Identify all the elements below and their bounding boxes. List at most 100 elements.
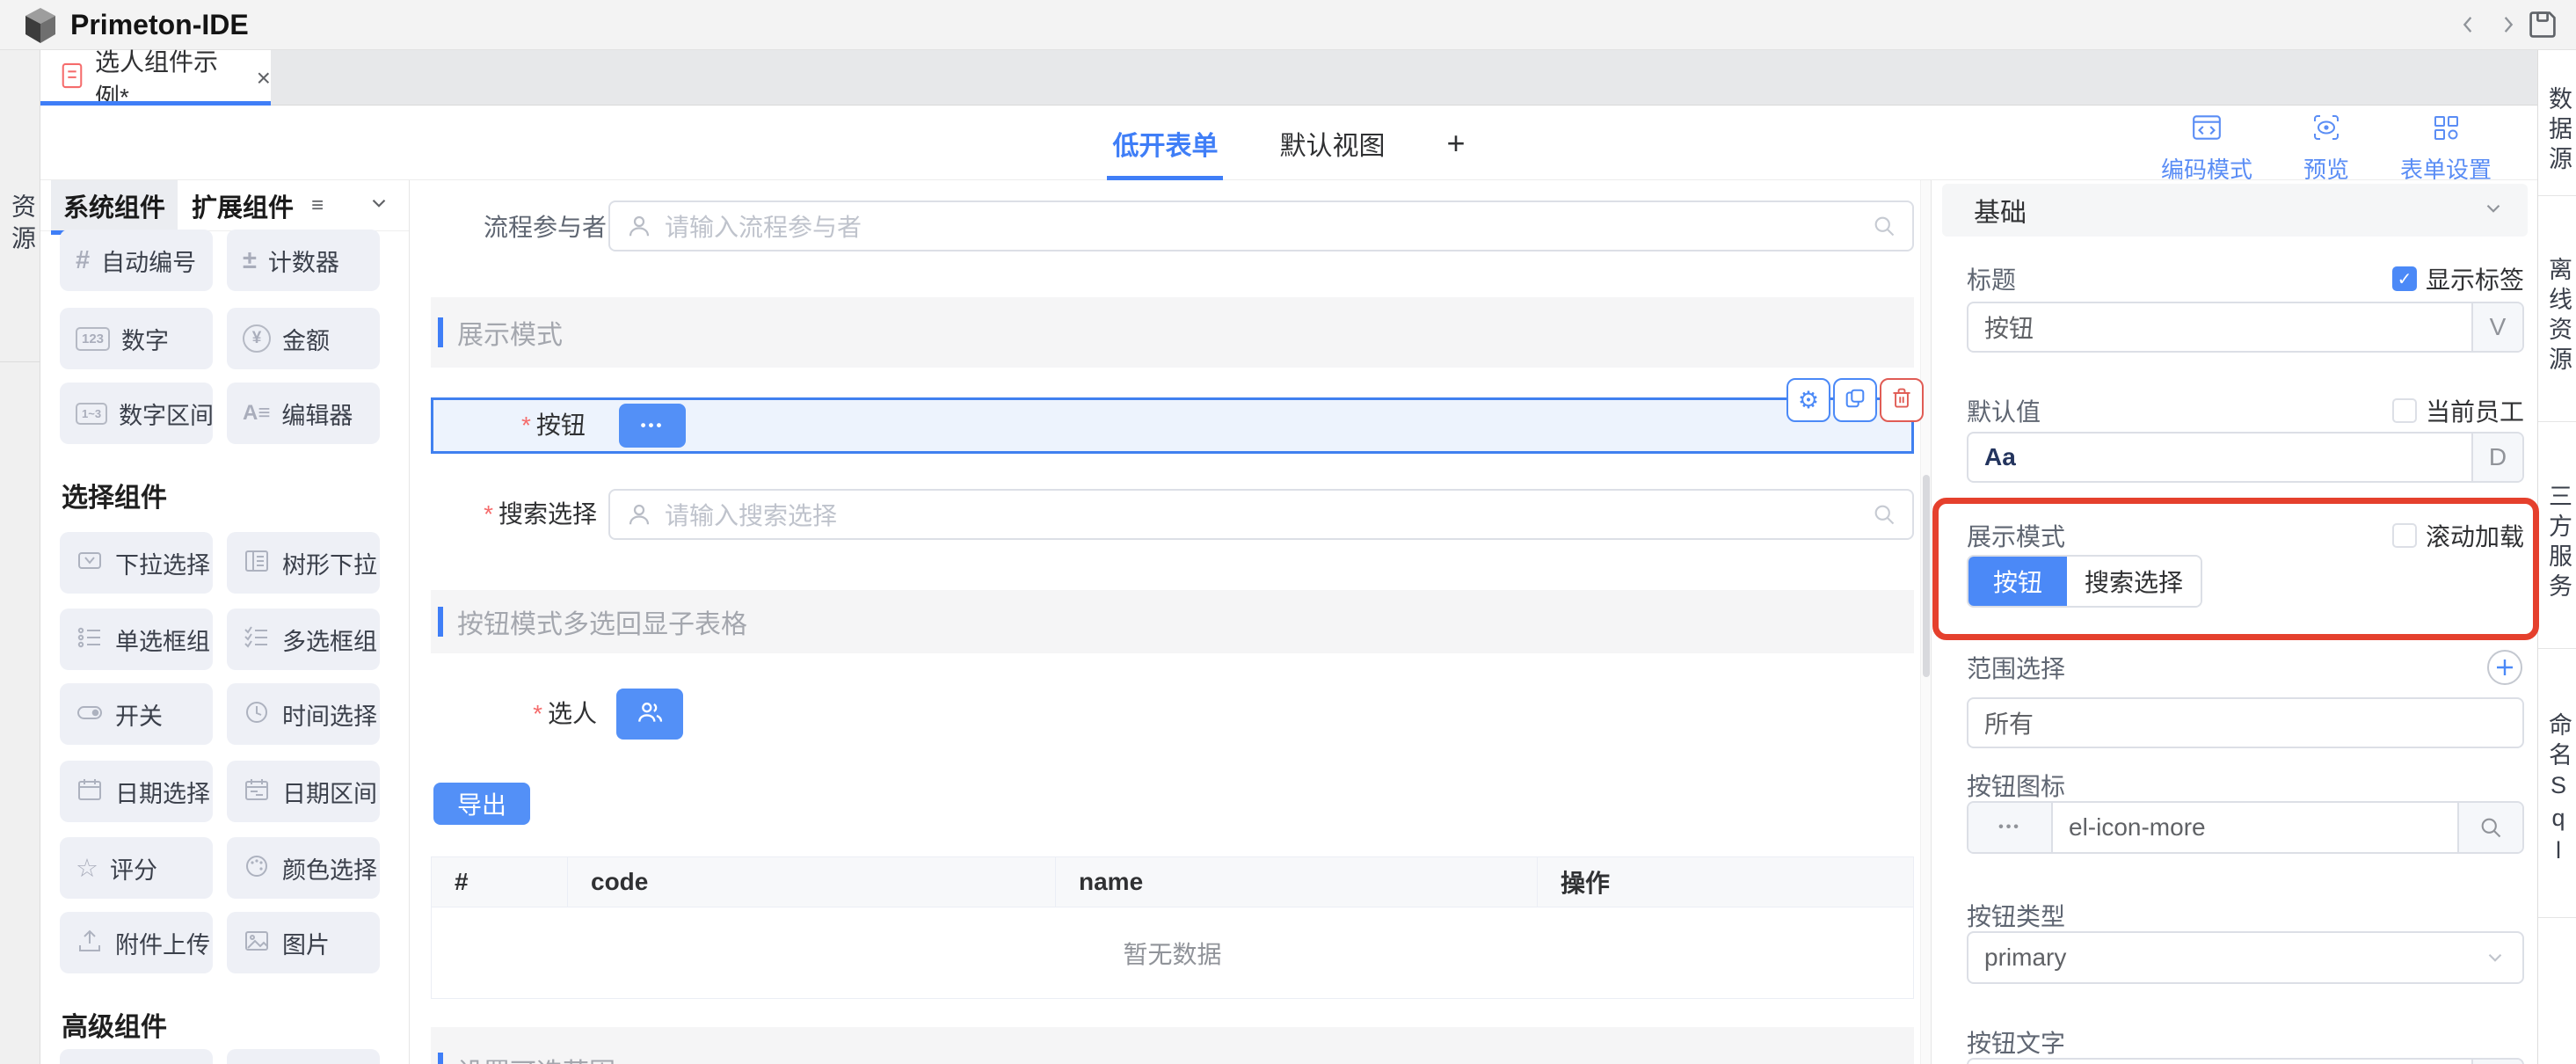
- component-chip-dropdown[interactable]: 下拉选择: [60, 532, 213, 594]
- button-text-input[interactable]: [1967, 1058, 2524, 1064]
- segment-option-search-select[interactable]: 搜索选择: [2067, 557, 2201, 606]
- search-select-field-label: *搜索选择: [410, 489, 597, 540]
- component-chip-time-picker[interactable]: 时间选择: [227, 683, 380, 745]
- nav-forward-icon[interactable]: [2490, 7, 2525, 42]
- search-select-placeholder: 请输入搜索选择: [665, 497, 837, 532]
- field-settings-button[interactable]: ⚙: [1786, 378, 1830, 422]
- rail-tab-offline-resources[interactable]: 离线资源: [2538, 196, 2576, 422]
- component-chip-tree-dropdown[interactable]: 树形下拉: [227, 532, 380, 594]
- rail-tab-resources[interactable]: 资源: [0, 50, 40, 362]
- component-chip-upload[interactable]: 附件上传: [60, 912, 213, 973]
- upload-icon: [76, 927, 104, 959]
- component-chip-checkbox-group[interactable]: 多选框组: [227, 609, 380, 670]
- tab-system-components[interactable]: 系统组件: [51, 180, 178, 233]
- title-label: 标题: [1967, 261, 2016, 296]
- button-text-input-suffix[interactable]: [2471, 1060, 2522, 1064]
- component-chip-color-picker[interactable]: 颜色选择: [227, 837, 380, 899]
- title-input[interactable]: 按钮 V: [1967, 302, 2524, 353]
- nav-back-icon[interactable]: [2451, 7, 2486, 42]
- app-logo-icon: [23, 7, 58, 48]
- canvas-scrollbar[interactable]: [1920, 180, 1931, 1064]
- titlebar: Primeton-IDE: [0, 0, 2576, 50]
- component-chip-editor[interactable]: A≡ 编辑器: [227, 383, 380, 444]
- section-header-display-mode[interactable]: 展示模式: [431, 297, 1914, 368]
- inspector-section-basic[interactable]: 基础: [1942, 184, 2528, 237]
- rail-tab-third-party-services[interactable]: 三方服务: [2538, 422, 2576, 649]
- checkbox-unchecked-icon[interactable]: [2392, 523, 2417, 548]
- range-select-label: 范围选择: [1967, 650, 2065, 685]
- sub-table-header: # code name 操作: [432, 857, 1913, 907]
- component-chip-partial[interactable]: [227, 1049, 380, 1064]
- component-chip-counter[interactable]: ± 计数器: [227, 230, 380, 291]
- tab-default-view[interactable]: 默认视图: [1279, 106, 1385, 180]
- gear-icon: ⚙: [1798, 387, 1819, 414]
- component-chip-rating[interactable]: ☆ 评分: [60, 837, 213, 899]
- range-select-input[interactable]: 所有: [1967, 697, 2524, 748]
- component-list-icon[interactable]: ≡: [311, 193, 324, 218]
- save-icon[interactable]: [2525, 7, 2560, 42]
- default-value-input[interactable]: Aa D: [1967, 432, 2524, 483]
- segment-option-button[interactable]: 按钮: [1968, 557, 2067, 606]
- tab-lowcode-form[interactable]: 低开表单: [1112, 106, 1218, 180]
- add-view-button[interactable]: +: [1446, 125, 1465, 162]
- document-tab-active[interactable]: 选人组件示例* ×: [40, 50, 271, 106]
- component-chip-date-picker[interactable]: 日期选择: [60, 761, 213, 822]
- canvas-scrollbar-thumb[interactable]: [1923, 475, 1930, 677]
- switch-icon: [76, 698, 104, 731]
- component-chip-number-range[interactable]: 1~3 数字区间: [60, 383, 213, 444]
- component-chip-partial[interactable]: [60, 1049, 213, 1064]
- rail-tab-named-sql[interactable]: 命名Sql: [2538, 649, 2576, 918]
- checkbox-checked-icon[interactable]: ✓: [2392, 266, 2417, 291]
- section-header-selectable-range[interactable]: 设置可选范围: [431, 1027, 1914, 1064]
- star-icon: ☆: [76, 853, 98, 884]
- app-title: Primeton-IDE: [70, 9, 249, 41]
- tree-dropdown-icon: [243, 547, 271, 579]
- code-mode-button[interactable]: 编码模式: [2161, 113, 2252, 185]
- default-input-suffix[interactable]: D: [2471, 434, 2522, 481]
- tab-extended-components[interactable]: 扩展组件: [192, 187, 294, 224]
- button-icon-input-group[interactable]: ••• el-icon-more: [1967, 801, 2524, 854]
- select-person-more-button[interactable]: •••: [619, 404, 686, 448]
- rail-tab-resources-label: 资源: [0, 193, 40, 257]
- field-copy-button[interactable]: [1833, 378, 1877, 422]
- person-picker-button[interactable]: [616, 689, 683, 740]
- tab-close-icon[interactable]: ×: [257, 64, 271, 92]
- add-range-button[interactable]: [2485, 648, 2524, 687]
- selected-button-field-row[interactable]: *按钮 •••: [431, 397, 1914, 454]
- scroll-load-checkbox[interactable]: 滚动加载: [2392, 518, 2524, 553]
- section-header-button-mode-table[interactable]: 按钮模式多选回显子表格: [431, 590, 1914, 653]
- clock-icon: [243, 698, 271, 731]
- icon-search-button[interactable]: [2457, 803, 2522, 852]
- radio-group-icon: [76, 623, 104, 656]
- participant-input[interactable]: 请输入流程参与者: [608, 200, 1914, 251]
- current-employee-checkbox[interactable]: 当前员工: [2392, 393, 2524, 428]
- people-icon: [635, 697, 665, 732]
- field-delete-button[interactable]: [1880, 378, 1924, 422]
- component-chip-date-range[interactable]: 日期区间: [227, 761, 380, 822]
- component-sidebar: 系统组件 扩展组件 ≡ # 自动编号 ± 计数器 123 数字 ¥ 金额 1~3: [40, 180, 410, 1064]
- field-action-buttons: ⚙: [1786, 378, 1924, 422]
- participant-placeholder: 请输入流程参与者: [665, 208, 862, 244]
- rail-tab-data-source[interactable]: 数据源: [2538, 50, 2576, 196]
- palette-icon: [243, 852, 271, 885]
- form-settings-button[interactable]: 表单设置: [2400, 113, 2492, 185]
- component-chip-switch[interactable]: 开关: [60, 683, 213, 745]
- code-mode-icon: [2191, 113, 2223, 149]
- title-input-suffix[interactable]: V: [2471, 303, 2522, 351]
- export-button[interactable]: 导出: [433, 783, 530, 825]
- counter-icon: ±: [243, 246, 257, 275]
- sidebar-collapse-chevron-icon[interactable]: [367, 192, 390, 219]
- component-chip-auto-number[interactable]: # 自动编号: [60, 230, 213, 291]
- checkbox-unchecked-icon[interactable]: [2392, 398, 2417, 423]
- component-chip-number[interactable]: 123 数字: [60, 308, 213, 369]
- show-label-checkbox[interactable]: ✓ 显示标签: [2392, 261, 2524, 296]
- document-tabstrip: 选人组件示例* ×: [40, 50, 2576, 106]
- button-type-select[interactable]: primary: [1967, 931, 2524, 984]
- component-chip-image[interactable]: 图片: [227, 912, 380, 973]
- icon-preview-prefix[interactable]: •••: [1968, 803, 2053, 852]
- search-select-input[interactable]: 请输入搜索选择: [608, 489, 1914, 540]
- component-chip-radio-group[interactable]: 单选框组: [60, 609, 213, 670]
- button-field-label: *按钮: [521, 400, 586, 451]
- preview-button[interactable]: 预览: [2303, 113, 2349, 185]
- component-chip-money[interactable]: ¥ 金额: [227, 308, 380, 369]
